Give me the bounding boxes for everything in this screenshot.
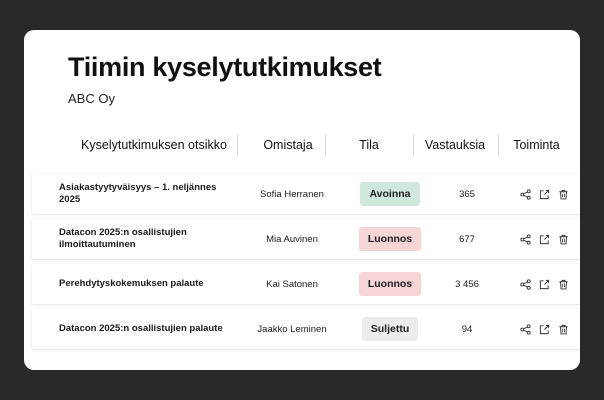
status-badge: Luonnos [358, 227, 422, 251]
table-row[interactable]: Asiakastyytyväisyys – 1. neljännes 2025 … [32, 174, 580, 214]
column-header-responses[interactable]: Vastauksia [414, 130, 496, 160]
status-badge: Suljettu [361, 317, 419, 341]
survey-title[interactable]: Perehdytyskokemuksen palaute [59, 264, 239, 304]
survey-owner: Sofia Herranen [260, 188, 324, 200]
response-count: 677 [459, 233, 475, 245]
column-header-actions: Toiminta [513, 138, 560, 152]
export-icon[interactable] [538, 188, 551, 201]
column-header-title[interactable]: Kyselytutkimuksen otsikko [54, 130, 254, 160]
page-title: Tiimin kyselytutkimukset [68, 52, 382, 82]
table-row[interactable]: Datacon 2025:n osallistujien ilmoittautu… [32, 219, 580, 259]
table-row[interactable]: Datacon 2025:n osallistujien palaute Jaa… [32, 309, 580, 349]
organization-name: ABC Oy [68, 91, 115, 106]
response-count: 94 [461, 323, 473, 335]
table-row[interactable]: Perehdytyskokemuksen palaute Kai Satonen… [32, 264, 580, 304]
survey-owner: Mia Auvinen [266, 233, 318, 245]
table-header: Kyselytutkimuksen otsikko Omistaja Tila … [24, 130, 580, 160]
trash-icon[interactable] [557, 233, 570, 246]
response-count: 365 [459, 188, 475, 200]
export-icon[interactable] [538, 278, 551, 291]
column-header-status[interactable]: Tila [326, 130, 412, 160]
share-icon[interactable] [519, 188, 532, 201]
survey-owner: Kai Satonen [266, 278, 318, 290]
export-icon[interactable] [538, 323, 551, 336]
share-icon[interactable] [519, 278, 532, 291]
response-count: 3 456 [455, 278, 479, 290]
status-badge: Luonnos [358, 272, 422, 296]
survey-card: Tiimin kyselytutkimukset ABC Oy Kyselytu… [24, 30, 580, 370]
survey-owner: Jaakko Leminen [257, 323, 327, 335]
survey-title[interactable]: Datacon 2025:n osallistujien ilmoittautu… [59, 219, 239, 259]
status-badge: Avoinna [360, 182, 420, 206]
trash-icon[interactable] [557, 278, 570, 291]
export-icon[interactable] [538, 233, 551, 246]
trash-icon[interactable] [557, 188, 570, 201]
survey-title[interactable]: Datacon 2025:n osallistujien palaute [59, 309, 239, 349]
share-icon[interactable] [519, 323, 532, 336]
survey-title[interactable]: Asiakastyytyväisyys – 1. neljännes 2025 [59, 174, 239, 214]
device-frame: Tiimin kyselytutkimukset ABC Oy Kyselytu… [0, 0, 604, 400]
share-icon[interactable] [519, 233, 532, 246]
trash-icon[interactable] [557, 323, 570, 336]
column-header-owner[interactable]: Omistaja [238, 130, 338, 160]
